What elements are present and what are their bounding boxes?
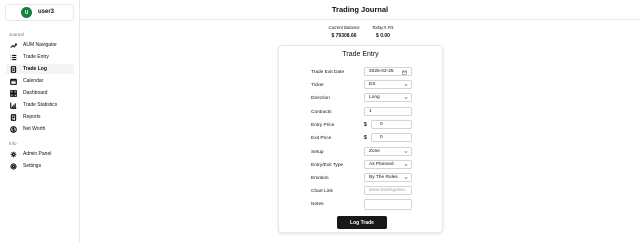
contracts-input[interactable]: 1	[364, 107, 412, 116]
sidebar-item-label: AUM Navigator	[23, 42, 57, 48]
row-exit-price: Exit Price $ 0	[279, 133, 442, 144]
sidebar-item-label: Reports	[23, 114, 41, 120]
entry-exit-type-select[interactable]: As Planned	[364, 160, 412, 169]
trade-entry-card: Trade Entry Trade Exit Date 2025-03-25 T…	[278, 45, 443, 233]
exit-date-label: Trade Exit Date	[311, 70, 345, 75]
emotion-value: By The Rules	[369, 175, 398, 180]
report-icon	[9, 113, 17, 121]
row-contracts: Contracts 1	[279, 107, 442, 118]
sidebar-item-label: Admin Panel	[23, 151, 52, 157]
chart-link-label: Chart Link	[311, 189, 333, 194]
sidebar-item-dashboard[interactable]: Dashboard	[6, 88, 74, 98]
file-text-icon	[9, 65, 17, 73]
sidebar-item-label: Trade Statistics	[23, 102, 58, 108]
ticker-select[interactable]: ES	[364, 80, 412, 89]
sidebar-item-aum-navigator[interactable]: AUM Navigator	[6, 40, 74, 50]
exit-price-currency: $	[364, 135, 367, 141]
row-emotion: Emotion By The Rules	[279, 173, 442, 184]
entry-price-value: 0	[380, 122, 383, 127]
avatar: U	[21, 7, 32, 18]
setup-value: Zone	[369, 149, 380, 154]
ticker-value: ES	[369, 82, 376, 87]
calendar-icon[interactable]	[402, 70, 407, 77]
chevron-down-icon	[404, 163, 408, 167]
sidebar-item-label: Trade Entry	[23, 54, 49, 60]
emotion-label: Emotion	[311, 176, 329, 181]
exit-price-input[interactable]: 0	[371, 133, 412, 142]
entry-exit-type-value: As Planned	[369, 162, 394, 167]
entry-price-currency: $	[364, 122, 367, 128]
sidebar-item-label: Dashboard	[23, 90, 48, 96]
row-setup: Setup Zone	[279, 147, 442, 158]
setup-select[interactable]: Zone	[364, 147, 412, 156]
notes-input[interactable]	[364, 199, 412, 210]
grid-icon	[9, 89, 17, 97]
bar-chart-icon	[9, 101, 17, 109]
direction-value: Long	[369, 95, 380, 100]
row-chart-link: Chart Link www.tradingview.	[279, 186, 442, 197]
sidebar: U user3 Journal AUM Navigator Trade Entr…	[0, 0, 80, 242]
notes-label: Notes	[311, 202, 324, 207]
sidebar-item-trade-log[interactable]: Trade Log	[6, 64, 74, 74]
row-exit-date: Trade Exit Date 2025-03-25	[279, 67, 442, 78]
entry-exit-type-label: Entry/Exit Type	[311, 163, 344, 168]
chevron-down-icon	[404, 83, 408, 87]
current-balance-label: Current Balance	[328, 25, 360, 30]
contracts-label: Contracts	[311, 110, 332, 115]
todays-pl-stat: Today's P/L $ 0.00	[366, 25, 400, 39]
list-icon	[9, 53, 17, 61]
page-title: Trading Journal	[331, 5, 389, 14]
chevron-down-icon	[404, 176, 408, 180]
direction-label: Direction	[311, 96, 330, 101]
sidebar-item-calendar[interactable]: Calendar	[6, 76, 74, 86]
row-ticker: Ticker ES	[279, 80, 442, 91]
chart-link-placeholder: www.tradingview.	[369, 188, 406, 193]
exit-date-field[interactable]: 2025-03-25	[364, 67, 412, 76]
sidebar-item-reports[interactable]: Reports	[6, 112, 74, 122]
gear-icon	[9, 162, 17, 170]
current-balance-value: $ 79308.66	[331, 33, 357, 39]
row-notes: Notes	[279, 199, 442, 210]
entry-price-label: Entry Price	[311, 123, 335, 128]
todays-pl-value: $ 0.00	[376, 33, 390, 39]
sidebar-item-label: Trade Log	[23, 66, 47, 72]
entry-price-input[interactable]: 0	[371, 120, 412, 129]
trending-up-icon	[9, 41, 17, 49]
exit-price-value: 0	[380, 135, 383, 140]
dollar-circle-icon	[9, 125, 17, 133]
todays-pl-label: Today's P/L	[371, 25, 395, 30]
sidebar-item-trade-statistics[interactable]: Trade Statistics	[6, 100, 74, 110]
current-balance-stat: Current Balance $ 79308.66	[322, 25, 366, 39]
chevron-down-icon	[404, 150, 408, 154]
user-name: user3	[38, 9, 55, 15]
card-title: Trade Entry	[342, 51, 379, 58]
sidebar-item-label: Net Worth	[23, 126, 46, 132]
contracts-value: 1	[369, 109, 372, 114]
sidebar-item-trade-entry[interactable]: Trade Entry	[6, 52, 74, 62]
sidebar-item-admin-panel[interactable]: Admin Panel	[6, 149, 74, 159]
section-label-info: Info	[9, 141, 17, 146]
section-label-journal: Journal	[9, 32, 24, 37]
calendar-icon	[9, 77, 17, 85]
sidebar-item-label: Settings	[23, 163, 42, 169]
log-trade-button[interactable]: Log Trade	[337, 216, 387, 229]
exit-price-label: Exit Price	[311, 136, 332, 141]
row-entry-price: Entry Price $ 0	[279, 120, 442, 131]
admin-icon	[9, 150, 17, 158]
chart-link-input[interactable]: www.tradingview.	[364, 186, 412, 195]
setup-label: Setup	[311, 150, 324, 155]
row-entry-exit-type: Entry/Exit Type As Planned	[279, 160, 442, 171]
top-header: Trading Journal	[80, 0, 640, 20]
sidebar-item-label: Calendar	[23, 78, 44, 84]
sidebar-item-settings[interactable]: Settings	[6, 161, 74, 171]
sidebar-item-net-worth[interactable]: Net Worth	[6, 124, 74, 134]
chevron-down-icon	[404, 96, 408, 100]
direction-select[interactable]: Long	[364, 93, 412, 102]
emotion-select[interactable]: By The Rules	[364, 173, 412, 182]
ticker-label: Ticker	[311, 83, 324, 88]
row-direction: Direction Long	[279, 93, 442, 104]
exit-date-value: 2025-03-25	[369, 69, 394, 74]
